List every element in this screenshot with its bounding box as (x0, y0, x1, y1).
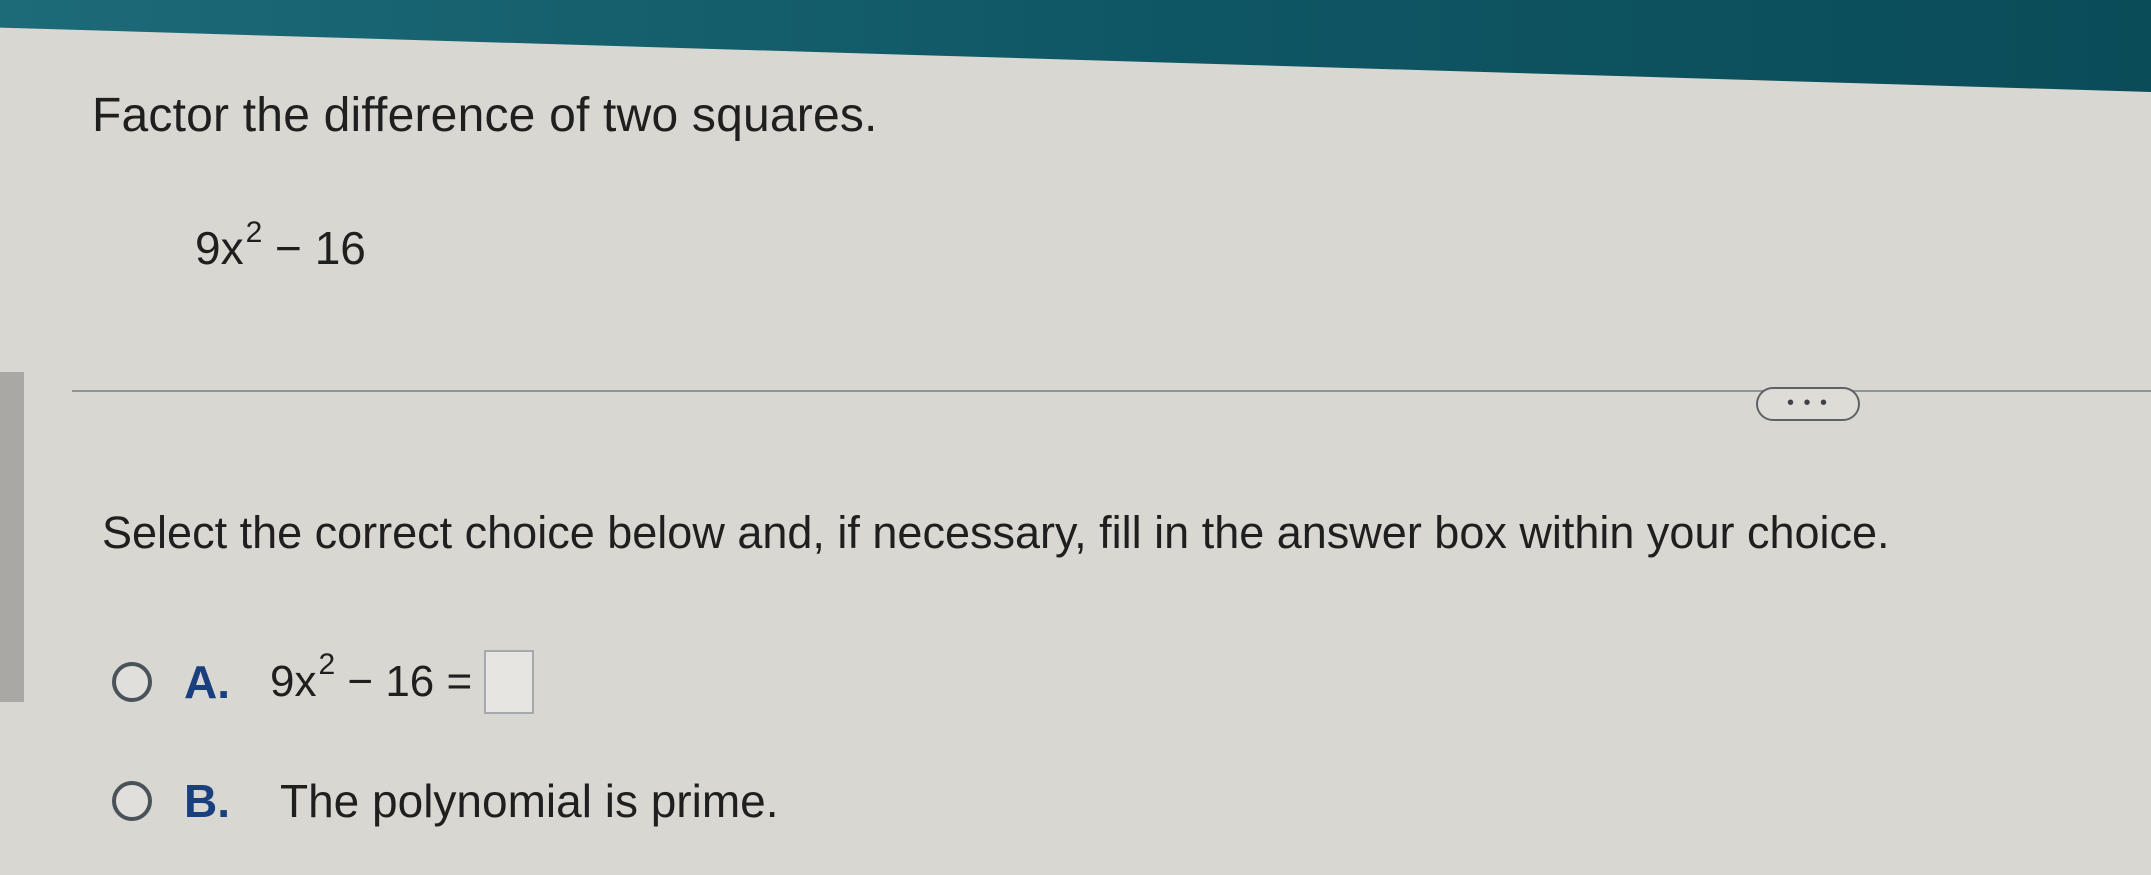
answer-input-box[interactable] (484, 650, 535, 714)
expression-exponent: 2 (245, 215, 263, 249)
expression-base: 9x (195, 222, 244, 274)
choice-a-letter: A. (184, 656, 230, 708)
instruction-text: Select the correct choice below and, if … (102, 507, 1890, 558)
expression-rest: − 16 (262, 222, 366, 274)
choice-a-expr-exponent: 2 (318, 648, 336, 682)
radio-choice-b[interactable] (112, 781, 152, 821)
choice-b[interactable]: B. The polynomial is prime. (112, 774, 779, 828)
choice-a-expr-rest: − 16 = (335, 657, 473, 706)
choice-a-expr-base: 9x (270, 657, 317, 706)
choice-a[interactable]: A. 9x2 − 16 = (112, 650, 535, 714)
more-options-button[interactable]: • • • (1756, 387, 1860, 421)
choice-a-expression: 9x2 − 16 = (270, 650, 473, 707)
radio-choice-a[interactable] (112, 662, 152, 702)
question-expression: 9x2 − 16 (195, 217, 366, 275)
choice-b-letter: B. (184, 775, 230, 827)
question-title: Factor the difference of two squares. (92, 89, 878, 142)
question-panel: Factor the difference of two squares. 9x… (0, 0, 2151, 875)
choice-b-text: The polynomial is prime. (280, 775, 779, 827)
